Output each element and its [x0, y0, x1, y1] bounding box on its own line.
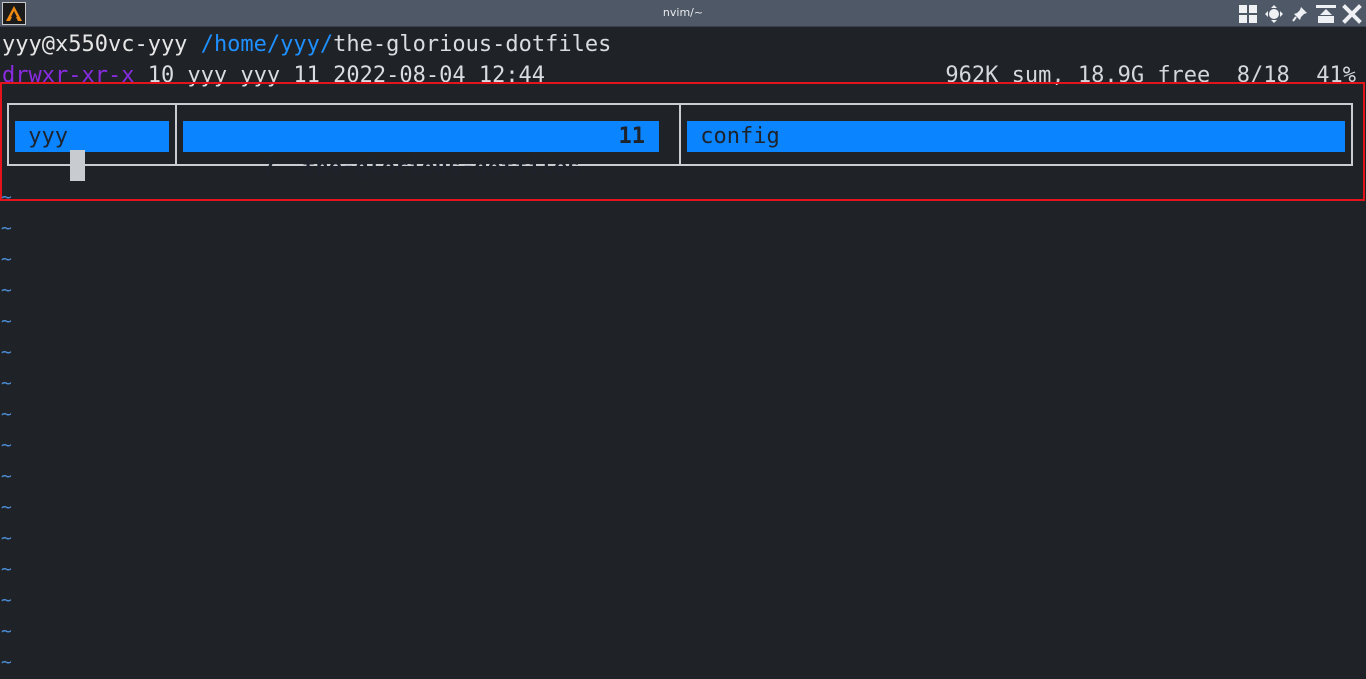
move-icon[interactable] [1264, 4, 1284, 24]
empty-line-marker: ~ [1, 280, 12, 301]
preview-pane-entry[interactable]: config [687, 121, 1345, 152]
entry-name: the-glorious-dotfiles [302, 155, 581, 180]
empty-line-marker: ~ [1, 590, 12, 611]
empty-line-marker: ~ [1, 621, 12, 642]
current-pane-entry[interactable]: 7 the-glorious-dotfiles 11 [183, 121, 659, 180]
tile-icon[interactable] [1238, 4, 1258, 24]
empty-line-marker: ~ [1, 373, 12, 394]
empty-line-marker: ~ [1, 559, 12, 580]
close-icon[interactable] [1342, 4, 1362, 24]
empty-line-marker: ~ [1, 497, 12, 518]
entry-index: 7 [262, 155, 276, 180]
entry-count: 11 [618, 124, 646, 149]
path-user: yyy [280, 32, 320, 57]
empty-line-marker: ~ [1, 466, 12, 487]
empty-line-marker: ~ [1, 311, 12, 332]
empty-line-marker: ~ [1, 435, 12, 456]
user-host: yyy@x550vc-yyy [2, 32, 188, 57]
path-home: home [213, 32, 267, 57]
empty-line-marker: ~ [1, 249, 12, 270]
path-line: yyy@x550vc-yyy /home/yyy/the-glorious-do… [2, 32, 612, 57]
terminal[interactable]: yyy@x550vc-yyy /home/yyy/the-glorious-do… [0, 27, 1366, 679]
empty-line-marker: ~ [1, 342, 12, 363]
empty-line-marker: ~ [1, 652, 12, 673]
window-title: nvim/~ [662, 6, 704, 19]
pane-separator [679, 105, 681, 164]
path-current: the-glorious-dotfiles [333, 32, 612, 57]
pane-separator [175, 105, 177, 164]
maximize-icon[interactable] [1316, 4, 1336, 24]
pin-icon[interactable] [1290, 4, 1310, 24]
empty-line-marker: ~ [1, 187, 12, 208]
ranger-panes: yyy 7 the-glorious-dotfiles 11 config [7, 103, 1353, 180]
window-titlebar[interactable]: nvim/~ [0, 0, 1366, 27]
text-cursor [70, 150, 85, 181]
parent-pane-entry[interactable]: yyy [15, 121, 169, 152]
empty-line-marker: ~ [1, 528, 12, 549]
empty-line-marker: ~ [1, 218, 12, 239]
empty-line-marker: ~ [1, 404, 12, 425]
